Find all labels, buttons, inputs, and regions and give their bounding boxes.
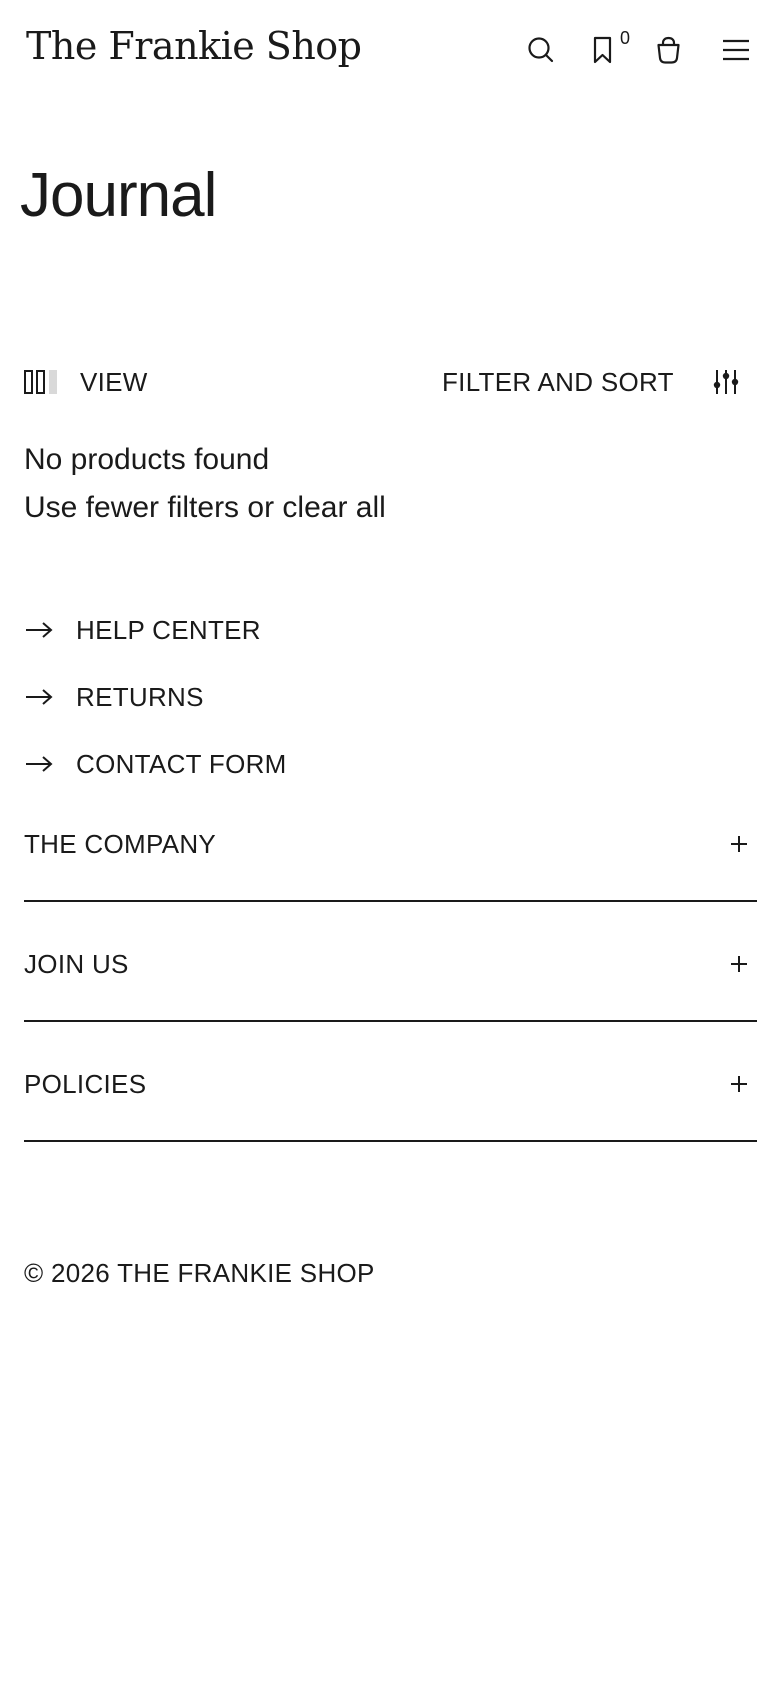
help-center-link[interactable]: HELP CENTER: [24, 612, 261, 648]
accordion-the-company[interactable]: THE COMPANY: [24, 826, 757, 902]
contact-form-label: CONTACT FORM: [76, 748, 287, 779]
sliders-icon: [713, 370, 738, 394]
shopping-bag-button[interactable]: [649, 30, 689, 70]
page-title: Journal: [20, 161, 217, 230]
plus-icon: [727, 952, 751, 976]
returns-label: RETURNS: [76, 681, 204, 712]
site-logo[interactable]: The Frankie Shop: [26, 24, 362, 68]
empty-state-hint-text: Use fewer filters or: [24, 491, 283, 524]
plus-icon: [727, 832, 751, 856]
clear-all-link[interactable]: clear all: [282, 491, 385, 524]
wishlist-count-badge: 0: [620, 28, 631, 48]
no-products-message: No products found: [24, 443, 270, 476]
hamburger-menu-icon: [723, 39, 749, 61]
arrow-right-icon: [26, 689, 53, 705]
copyright-text: © 2026 THE FRANKIE SHOP: [24, 1258, 375, 1288]
accordion-join-us-label: JOIN US: [24, 949, 129, 979]
view-label: VIEW: [80, 366, 148, 397]
shopping-bag-icon: [657, 36, 680, 64]
contact-form-link[interactable]: CONTACT FORM: [24, 746, 287, 782]
empty-state-hint: Use fewer filters or clear all: [24, 490, 386, 526]
accordion-the-company-label: THE COMPANY: [24, 829, 217, 859]
view-toggle-button[interactable]: VIEW: [24, 366, 148, 398]
search-button[interactable]: [521, 30, 561, 70]
site-header: The Frankie Shop 0: [0, 0, 780, 100]
bookmark-icon: [593, 36, 612, 64]
returns-link[interactable]: RETURNS: [24, 679, 204, 715]
filter-and-sort-button[interactable]: FILTER AND SORT: [442, 366, 740, 398]
help-center-label: HELP CENTER: [76, 614, 261, 645]
grid-columns-icon: [24, 370, 57, 394]
menu-button[interactable]: [716, 30, 756, 70]
plus-icon: [727, 1072, 751, 1096]
search-icon: [528, 37, 554, 63]
filter-and-sort-label: FILTER AND SORT: [442, 366, 674, 397]
accordion-join-us[interactable]: JOIN US: [24, 946, 757, 1022]
wishlist-button[interactable]: [583, 30, 623, 70]
accordion-policies-label: POLICIES: [24, 1069, 147, 1099]
accordion-policies[interactable]: POLICIES: [24, 1066, 757, 1142]
arrow-right-icon: [26, 622, 53, 638]
arrow-right-icon: [26, 756, 53, 772]
